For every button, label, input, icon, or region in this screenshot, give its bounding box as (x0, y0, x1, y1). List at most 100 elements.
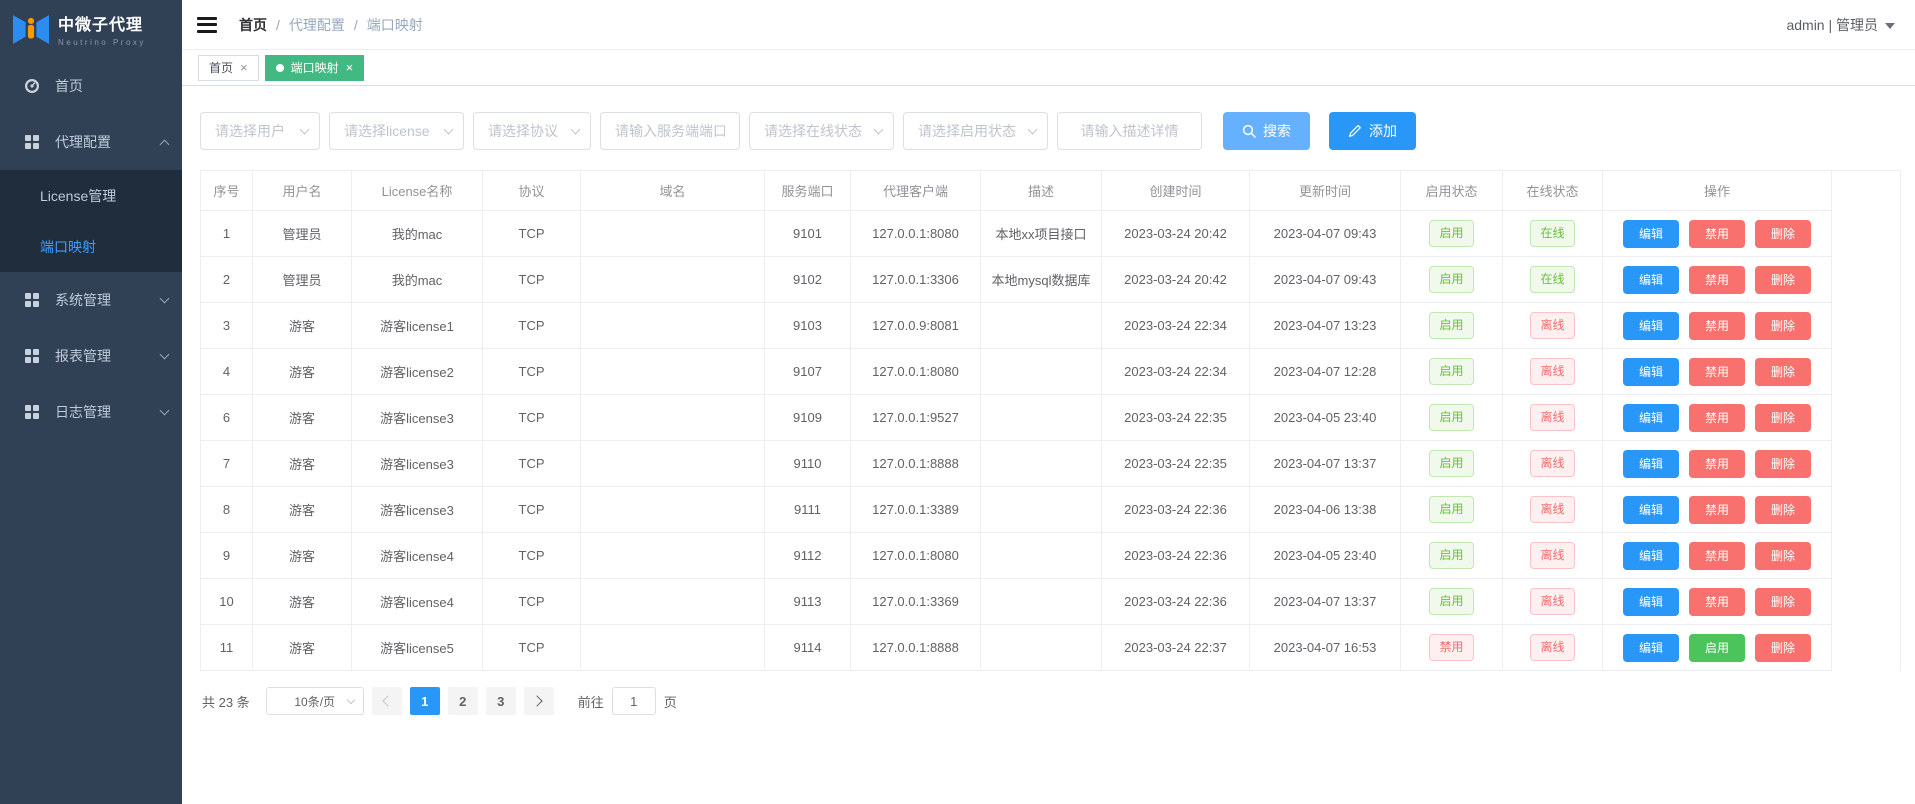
grid-icon (25, 293, 39, 307)
row-action-delete-button[interactable]: 删除 (1755, 357, 1811, 386)
cell-protocol: TCP (482, 210, 581, 257)
server-port-input[interactable] (600, 112, 740, 150)
cell-actions: 编辑 禁用 删除 (1602, 486, 1832, 533)
goto-page-input[interactable] (611, 687, 656, 715)
cell-protocol: TCP (482, 624, 581, 671)
breadcrumb-home[interactable]: 首页 (239, 15, 267, 35)
online-status-badge: 离线 (1530, 542, 1575, 569)
row-action-disable-button[interactable]: 禁用 (1689, 449, 1745, 478)
search-button[interactable]: 搜索 (1223, 112, 1310, 150)
sidebar-item-system[interactable]: 系统管理 (0, 272, 182, 328)
cell-enable-status: 启用 (1400, 440, 1503, 487)
cell-filler (1831, 210, 1901, 257)
description-input[interactable] (1057, 112, 1202, 150)
header-domain: 域名 (580, 170, 765, 211)
cell-server-port: 9109 (764, 394, 851, 441)
row-action-delete-button[interactable]: 删除 (1755, 633, 1811, 662)
row-action-edit-button[interactable]: 编辑 (1623, 541, 1679, 570)
table-row: 2 管理员 我的mac TCP 9102 127.0.0.1:3306 本地my… (200, 256, 1901, 303)
sidebar-item-proxy-config[interactable]: 代理配置 (0, 114, 182, 170)
cell-license: 游客license1 (351, 302, 483, 349)
row-action-disable-button[interactable]: 禁用 (1689, 265, 1745, 294)
tab-home[interactable]: 首页 × (198, 54, 259, 81)
row-action-delete-button[interactable]: 删除 (1755, 219, 1811, 248)
row-action-delete-button[interactable]: 删除 (1755, 449, 1811, 478)
row-action-edit-button[interactable]: 编辑 (1623, 587, 1679, 616)
hamburger-menu-icon[interactable] (197, 16, 217, 33)
row-action-delete-button[interactable]: 删除 (1755, 311, 1811, 340)
grid-icon (25, 349, 39, 363)
row-action-disable-button[interactable]: 禁用 (1689, 219, 1745, 248)
cell-protocol: TCP (482, 348, 581, 395)
cell-enable-status: 启用 (1400, 578, 1503, 625)
row-action-enable-button[interactable]: 启用 (1689, 633, 1745, 662)
row-action-edit-button[interactable]: 编辑 (1623, 357, 1679, 386)
cell-server-port: 9103 (764, 302, 851, 349)
breadcrumb-proxy-config[interactable]: 代理配置 (289, 15, 345, 35)
row-action-delete-button[interactable]: 删除 (1755, 587, 1811, 616)
enable-status-select-input[interactable] (903, 112, 1048, 150)
tab-port-mapping[interactable]: 端口映射 × (264, 54, 365, 81)
chevron-down-icon (159, 293, 170, 303)
page-button-1[interactable]: 1 (409, 687, 440, 715)
cell-updated: 2023-04-07 13:23 (1249, 302, 1401, 349)
cell-filler (1831, 348, 1901, 395)
filter-bar: 搜索 添加 (200, 112, 1897, 150)
row-action-edit-button[interactable]: 编辑 (1623, 311, 1679, 340)
close-icon[interactable]: × (240, 61, 248, 74)
logo-title: 中微子代理 (58, 17, 144, 34)
cell-description (980, 302, 1102, 349)
goto-suffix: 页 (663, 694, 677, 710)
cell-online-status: 离线 (1502, 348, 1603, 395)
user-select (200, 112, 320, 150)
sidebar-item-log[interactable]: 日志管理 (0, 384, 182, 440)
row-action-edit-button[interactable]: 编辑 (1623, 265, 1679, 294)
row-action-delete-button[interactable]: 删除 (1755, 403, 1811, 432)
user-select-input[interactable] (200, 112, 320, 150)
add-button[interactable]: 添加 (1329, 112, 1416, 150)
cell-client: 127.0.0.1:3369 (850, 578, 981, 625)
sidebar-item-port-mapping[interactable]: 端口映射 (0, 221, 182, 272)
license-select-input[interactable] (329, 112, 464, 150)
sidebar-item-report[interactable]: 报表管理 (0, 328, 182, 384)
cell-filler (1831, 302, 1901, 349)
row-action-edit-button[interactable]: 编辑 (1623, 449, 1679, 478)
row-action-edit-button[interactable]: 编辑 (1623, 219, 1679, 248)
page-size-select[interactable]: 10条/页 (265, 687, 364, 715)
enable-status-badge: 启用 (1429, 404, 1474, 431)
top-navbar: 首页 / 代理配置 / 端口映射 admin | 管理员 (182, 0, 1915, 50)
row-action-edit-button[interactable]: 编辑 (1623, 403, 1679, 432)
prev-page-button[interactable] (371, 687, 402, 715)
user-menu[interactable]: admin | 管理员 (1786, 15, 1895, 35)
row-action-edit-button[interactable]: 编辑 (1623, 495, 1679, 524)
row-action-disable-button[interactable]: 禁用 (1689, 311, 1745, 340)
next-page-button[interactable] (523, 687, 554, 715)
row-action-delete-button[interactable]: 删除 (1755, 541, 1811, 570)
online-status-badge: 离线 (1530, 450, 1575, 477)
cell-enable-status: 启用 (1400, 210, 1503, 257)
cell-created: 2023-03-24 20:42 (1101, 210, 1250, 257)
port-mapping-table: 序号 用户名 License名称 协议 域名 服务端口 代理客户端 描述 创建时… (200, 170, 1901, 671)
cell-user: 管理员 (252, 210, 352, 257)
enable-status-badge: 启用 (1429, 358, 1474, 385)
online-status-badge: 在线 (1530, 266, 1575, 293)
close-icon[interactable]: × (346, 61, 354, 74)
cell-filler (1831, 578, 1901, 625)
protocol-select-input[interactable] (473, 112, 591, 150)
sidebar-item-home[interactable]: 首页 (0, 58, 182, 114)
row-action-delete-button[interactable]: 删除 (1755, 265, 1811, 294)
cell-created: 2023-03-24 22:36 (1101, 486, 1250, 533)
row-action-disable-button[interactable]: 禁用 (1689, 541, 1745, 570)
row-action-disable-button[interactable]: 禁用 (1689, 495, 1745, 524)
table-row: 9 游客 游客license4 TCP 9112 127.0.0.1:8080 … (200, 532, 1901, 579)
row-action-disable-button[interactable]: 禁用 (1689, 403, 1745, 432)
page-button-2[interactable]: 2 (447, 687, 478, 715)
row-action-edit-button[interactable]: 编辑 (1623, 633, 1679, 662)
row-action-disable-button[interactable]: 禁用 (1689, 587, 1745, 616)
online-status-select-input[interactable] (749, 112, 894, 150)
row-action-delete-button[interactable]: 删除 (1755, 495, 1811, 524)
row-action-disable-button[interactable]: 禁用 (1689, 357, 1745, 386)
table-row: 7 游客 游客license3 TCP 9110 127.0.0.1:8888 … (200, 440, 1901, 487)
sidebar-item-license[interactable]: License管理 (0, 170, 182, 221)
page-button-3[interactable]: 3 (485, 687, 516, 715)
